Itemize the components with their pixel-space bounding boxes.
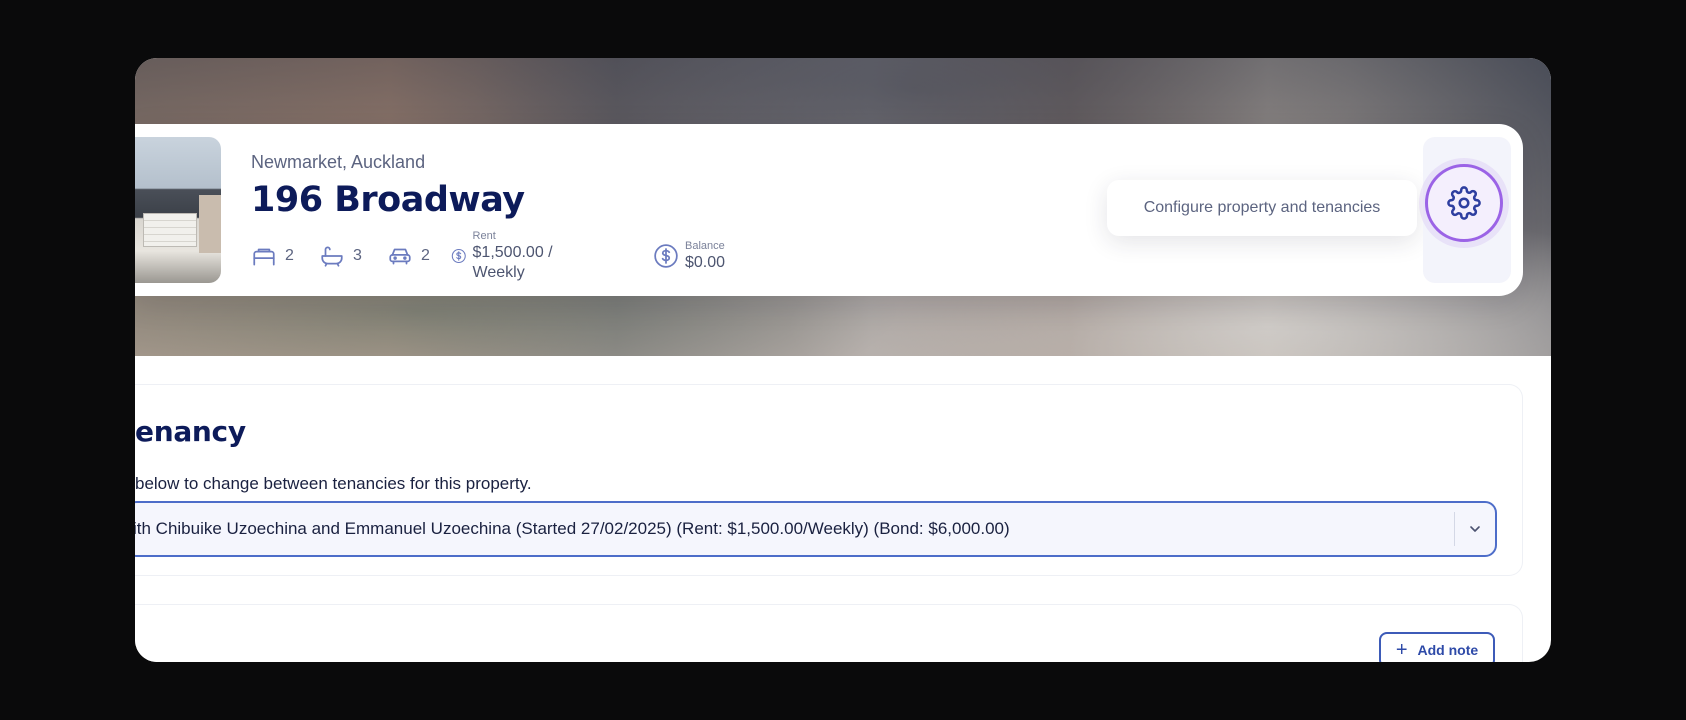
add-note-label: Add note xyxy=(1417,642,1479,658)
configure-tooltip: Configure property and tenancies xyxy=(1107,180,1417,236)
car-icon xyxy=(389,248,411,265)
tenancy-description: below to change between tenancies for th… xyxy=(135,474,532,493)
select-toggle[interactable] xyxy=(1455,521,1495,537)
parking-count: 2 xyxy=(421,247,430,264)
rent-label: Rent xyxy=(472,229,496,242)
tenancy-heading: enancy xyxy=(135,415,246,448)
bed-icon xyxy=(253,248,275,266)
balance-label: Balance xyxy=(685,239,725,252)
bedrooms-stat: 2 xyxy=(251,236,294,276)
bathrooms-count: 3 xyxy=(353,247,362,264)
tenancy-select[interactable]: ith Chibuike Uzoechina and Emmanuel Uzoe… xyxy=(135,501,1497,557)
add-note-button[interactable]: + Add note xyxy=(1379,632,1495,662)
rent-stat: Rent $1,500.00 / Weekly xyxy=(451,230,554,281)
configure-property-button[interactable] xyxy=(1425,164,1503,242)
dollar-circle-icon xyxy=(654,244,678,268)
app-window: Newmarket, Auckland 196 Broadway 2 3 2 R… xyxy=(135,58,1551,662)
balance-stat: Balance $0.00 xyxy=(653,236,725,276)
property-location: Newmarket, Auckland xyxy=(251,152,426,172)
balance-value: $0.00 xyxy=(685,253,726,271)
bedrooms-count: 2 xyxy=(285,247,294,264)
chevron-down-icon xyxy=(1470,526,1480,532)
house-wall-graphic xyxy=(199,195,221,253)
notes-section xyxy=(135,604,1523,662)
rent-value: $1,500.00 / Weekly xyxy=(472,243,553,281)
tenancy-select-value: ith Chibuike Uzoechina and Emmanuel Uzoe… xyxy=(135,519,1010,538)
dollar-circle-icon xyxy=(451,249,466,263)
bathrooms-stat: 3 xyxy=(319,236,362,276)
tenancy-section: enancy below to change between tenancies… xyxy=(135,384,1523,576)
property-thumbnail[interactable] xyxy=(135,137,221,283)
property-header-card: Newmarket, Auckland 196 Broadway 2 3 2 R… xyxy=(135,124,1523,296)
bath-icon xyxy=(321,246,343,267)
garage-door-graphic xyxy=(143,213,197,247)
parking-stat: 2 xyxy=(387,236,430,276)
property-title: 196 Broadway xyxy=(251,180,525,220)
gear-icon xyxy=(1447,186,1481,220)
plus-icon: + xyxy=(1395,639,1408,661)
